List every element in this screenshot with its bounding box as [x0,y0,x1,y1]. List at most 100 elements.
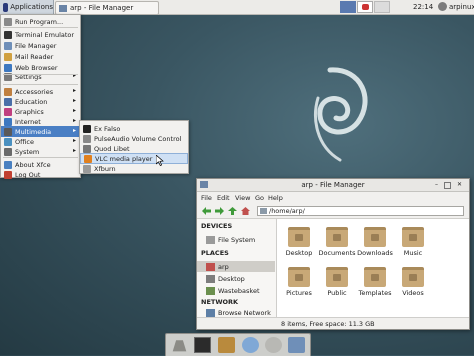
menu-item-settings[interactable]: Settings ▸ [1,71,80,82]
menu-item-terminal-emulator[interactable]: Terminal Emulator [1,29,80,40]
taskbar-file-manager-button[interactable]: arp - File Manager [55,1,159,15]
web-browser-icon[interactable] [242,337,259,353]
submenu-arrow-icon: ▸ [72,147,76,154]
menu-item-system[interactable]: System ▸ [1,146,80,157]
documents-emblem-icon [333,234,341,241]
folder-item-desktop[interactable]: Desktop [279,223,319,265]
top-panel: Applications arp - File Manager 22:14 ar… [0,0,474,15]
minimize-icon[interactable]: – [433,181,440,188]
folder-icon [260,208,267,214]
show-desktop-icon[interactable] [172,340,187,352]
menu-item-label: Multimedia [15,127,52,136]
submenu-arrow-icon: ▸ [72,97,76,104]
menu-item-label: Accessories [15,87,54,96]
file-manager-icon[interactable] [218,337,235,353]
folder-item-pictures[interactable]: Pictures [279,263,319,305]
folder-label: Music [403,249,423,257]
location-bar[interactable]: /home/arp/ [257,206,464,216]
terminal-icon [4,30,12,39]
folder-icon [402,267,424,287]
menu-item-file-manager[interactable]: File Manager [1,40,80,51]
sidebar-item-arp[interactable]: arp [197,261,275,272]
user-icon[interactable] [438,2,447,11]
workspace-3[interactable] [374,1,390,13]
menu-item-run-program[interactable]: Run Program... [1,16,80,27]
folder-label: Downloads [357,249,393,257]
quodlibet-icon [83,144,91,153]
taskbar-label: arp - File Manager [70,4,134,12]
videos-emblem-icon [409,274,417,281]
places-heading: PLACES [201,249,229,257]
sidebar: DEVICES File System PLACES arp Desktop W… [197,219,277,317]
applications-menu-button[interactable]: Applications [0,0,54,14]
back-arrow-icon[interactable] [202,207,211,215]
sidebar-item-label: arp [218,262,229,271]
folder-item-downloads[interactable]: Downloads [355,223,395,265]
clock[interactable]: 22:14 [413,3,433,11]
applications-label: Applications [10,3,53,11]
menu-go[interactable]: Go [255,194,264,202]
multimedia-item-xfburn[interactable]: Xfburn [80,163,188,174]
sidebar-item-wastebasket[interactable]: Wastebasket [197,285,275,296]
window-titlebar[interactable]: arp - File Manager – ✕ [197,179,469,192]
exfalso-icon [83,124,91,133]
folder-item-public[interactable]: Public [317,263,357,305]
forward-arrow-icon[interactable] [215,207,224,215]
folder-item-templates[interactable]: Templates [355,263,395,305]
folder-label: Pictures [286,289,312,297]
up-arrow-icon[interactable] [228,207,237,215]
menu-item-label: Internet [15,117,41,126]
workspace-2[interactable] [357,1,373,13]
window-thumbnail-icon [362,4,369,10]
folder-icon [4,41,12,50]
menubar: File Edit View Go Help [197,192,469,203]
desktop-emblem-icon [295,234,303,241]
office-icon [4,137,12,146]
folder-label: Public [327,289,347,297]
sidebar-item-file-system[interactable]: File System [197,234,275,245]
home-icon[interactable] [241,207,250,215]
search-icon[interactable] [265,337,282,353]
folder-item-documents[interactable]: Documents [317,223,357,265]
menu-item-mail-reader[interactable]: Mail Reader [1,51,80,62]
menu-item-log-out[interactable]: Log Out [1,169,80,180]
folder-label: Documents [318,249,356,257]
folder-icon [288,227,310,247]
menu-view[interactable]: View [235,194,250,202]
submenu-arrow-icon: ▸ [72,127,76,134]
file-manager-window[interactable]: arp - File Manager – ✕ File Edit View Go… [196,178,470,330]
disc-icon [83,164,91,173]
debian-swirl-logo [314,67,368,162]
folder-label: Templates [358,289,392,297]
menu-item-label: Ex Falso [94,124,121,133]
menu-item-label: PulseAudio Volume Control [94,134,182,143]
sidebar-item-browse-network[interactable]: Browse Network [197,309,275,317]
sidebar-item-desktop[interactable]: Desktop [197,273,275,284]
folder-icon [364,227,386,247]
workspace-1[interactable] [340,1,356,13]
menu-item-label: Xfburn [94,164,116,173]
sidebar-item-label: Wastebasket [218,286,260,295]
mail-icon [4,52,12,61]
close-icon[interactable]: ✕ [456,181,463,188]
folder-item-videos[interactable]: Videos [393,263,433,305]
menu-item-label: VLC media player [95,154,153,163]
menu-file[interactable]: File [201,194,212,202]
menu-item-label: Quod Libet [94,144,130,153]
user-name[interactable]: arpinux [449,3,474,11]
dock [165,333,311,356]
vlc-icon [84,154,92,163]
terminal-icon[interactable] [194,337,211,353]
maximize-icon[interactable] [444,182,451,189]
menu-edit[interactable]: Edit [217,194,230,202]
folder-item-music[interactable]: Music [393,223,433,265]
folder-icon[interactable] [288,337,305,353]
menu-help[interactable]: Help [268,194,283,202]
icon-view[interactable]: Desktop Documents Downloads Music Pictures Pu… [277,219,469,317]
internet-icon [4,117,12,126]
pictures-emblem-icon [295,274,303,281]
folder-icon [326,267,348,287]
submenu-arrow-icon: ▸ [72,117,76,124]
menu-item-label: System [15,147,40,156]
window-title: arp - File Manager [301,181,365,189]
